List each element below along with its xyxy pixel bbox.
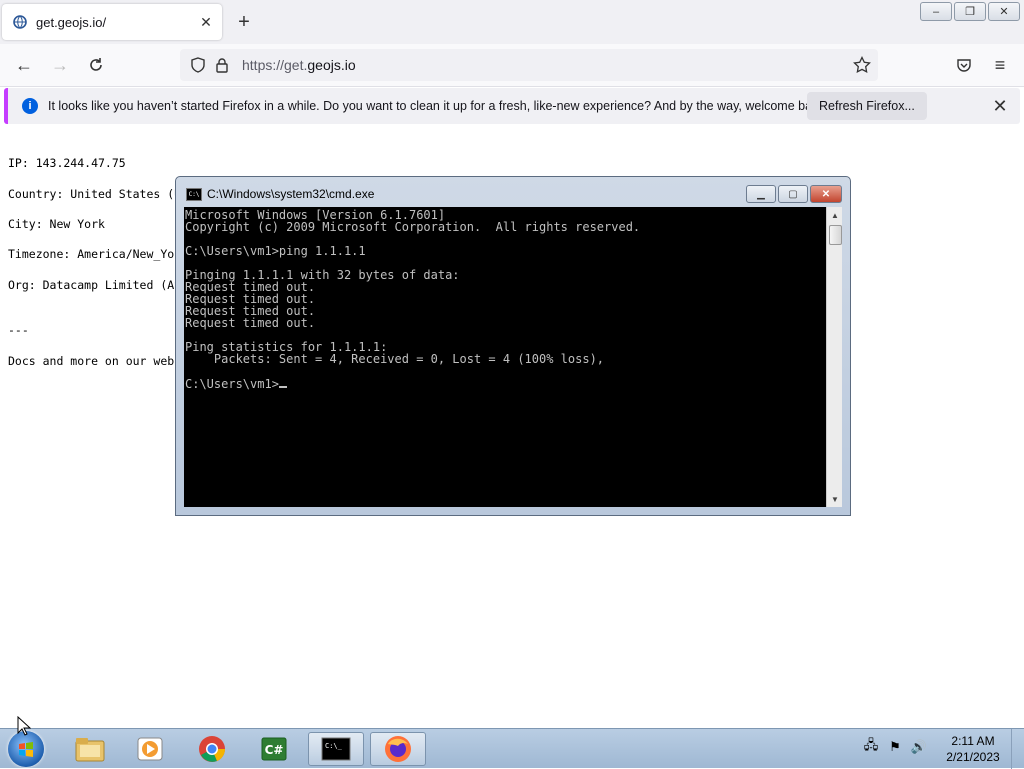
- taskbar-visual-csharp[interactable]: C#: [246, 732, 302, 766]
- cmd-window-controls: ▁ ▢ ✕: [746, 185, 842, 203]
- svg-text:C:\_: C:\_: [325, 742, 343, 750]
- close-window-button[interactable]: ✕: [988, 2, 1020, 21]
- window-controls: – ❐ ✕: [920, 2, 1020, 21]
- firefox-icon: [385, 736, 411, 762]
- console-scrollbar[interactable]: ▲ ▼: [826, 207, 842, 507]
- console-text: Microsoft Windows [Version 6.1.7601] Cop…: [185, 208, 641, 366]
- lock-icon[interactable]: [212, 55, 232, 75]
- scroll-thumb[interactable]: [829, 225, 842, 245]
- taskbar-explorer[interactable]: [62, 732, 118, 766]
- tab-geojs[interactable]: get.geojs.io/ ✕: [2, 4, 222, 40]
- new-tab-button[interactable]: +: [232, 10, 256, 34]
- cmd-maximize-button[interactable]: ▢: [778, 185, 808, 203]
- tracking-shield-icon[interactable]: [188, 55, 208, 75]
- url-text[interactable]: https://get.geojs.io: [242, 57, 356, 73]
- info-icon: i: [22, 98, 38, 114]
- folder-icon: [75, 738, 105, 762]
- taskbar-cmd[interactable]: C:\_: [308, 732, 364, 766]
- taskbar-media-player[interactable]: [122, 732, 178, 766]
- notification-close-icon[interactable]: ✕: [990, 96, 1010, 116]
- back-icon[interactable]: ←: [12, 53, 36, 77]
- refresh-notification-bar: i It looks like you haven’t started Fire…: [4, 88, 1020, 124]
- forward-icon[interactable]: →: [48, 53, 72, 77]
- console-prompt: C:\Users\vm1>: [185, 377, 279, 391]
- cmd-taskbar-icon: C:\_: [321, 737, 351, 761]
- taskbar-chrome[interactable]: [184, 732, 240, 766]
- page-line-ip: IP: 143.244.47.75: [8, 156, 126, 171]
- csharp-icon: C#: [261, 737, 287, 761]
- cmd-titlebar[interactable]: C:\ C:\Windows\system32\cmd.exe: [186, 187, 374, 201]
- taskbar-firefox[interactable]: [370, 732, 426, 766]
- mouse-pointer-icon: [17, 716, 31, 736]
- svg-text:C#: C#: [265, 743, 284, 757]
- url-prefix: https://get.: [242, 57, 308, 73]
- restore-button[interactable]: ❐: [954, 2, 986, 21]
- action-center-icon[interactable]: ⚑: [886, 737, 904, 757]
- scroll-down-arrow-icon[interactable]: ▼: [827, 491, 843, 507]
- hamburger-menu-icon[interactable]: ≡: [988, 53, 1012, 77]
- minimize-button[interactable]: –: [920, 2, 952, 21]
- start-button[interactable]: [8, 731, 44, 767]
- bookmark-star-icon[interactable]: [852, 55, 872, 75]
- tab-close-icon[interactable]: ✕: [194, 10, 218, 34]
- cmd-close-button[interactable]: ✕: [810, 185, 842, 203]
- taskbar-clock[interactable]: 2:11 AM 2/21/2023: [940, 733, 1006, 765]
- show-desktop-button[interactable]: [1011, 729, 1024, 769]
- cmd-app-icon: C:\: [186, 187, 202, 201]
- refresh-firefox-button[interactable]: Refresh Firefox...: [807, 92, 927, 120]
- console-output[interactable]: Microsoft Windows [Version 6.1.7601] Cop…: [184, 207, 826, 507]
- clock-time: 2:11 AM: [951, 734, 995, 748]
- reload-icon[interactable]: [84, 53, 108, 77]
- globe-favicon-icon: [12, 14, 28, 30]
- browser-titlebar: get.geojs.io/ ✕ + – ❐ ✕: [0, 0, 1024, 44]
- cmd-window[interactable]: C:\ C:\Windows\system32\cmd.exe ▁ ▢ ✕ Mi…: [175, 176, 851, 516]
- volume-icon[interactable]: 🔊: [910, 737, 928, 757]
- taskbar: C# C:\_ 🖧 ⚑ 🔊 2:11 AM 2/21/2023: [0, 728, 1024, 769]
- chrome-icon: [199, 736, 225, 762]
- tab-title: get.geojs.io/: [36, 14, 107, 30]
- pocket-icon[interactable]: [952, 53, 976, 77]
- cmd-minimize-button[interactable]: ▁: [746, 185, 776, 203]
- windows-flag-icon: [19, 742, 33, 757]
- network-icon[interactable]: 🖧: [862, 737, 880, 757]
- clock-date: 2/21/2023: [946, 750, 1000, 764]
- navigation-toolbar: ← → https://get.geojs.io ≡: [0, 44, 1024, 87]
- notification-message: It looks like you haven’t started Firefo…: [48, 99, 829, 113]
- url-bar[interactable]: https://get.geojs.io: [180, 49, 878, 81]
- scroll-up-arrow-icon[interactable]: ▲: [827, 207, 843, 223]
- system-tray: 🖧 ⚑ 🔊: [862, 737, 928, 757]
- media-player-icon: [137, 737, 163, 761]
- text-cursor: [278, 377, 287, 388]
- url-host: geojs.io: [307, 57, 356, 73]
- cmd-title: C:\Windows\system32\cmd.exe: [207, 187, 375, 201]
